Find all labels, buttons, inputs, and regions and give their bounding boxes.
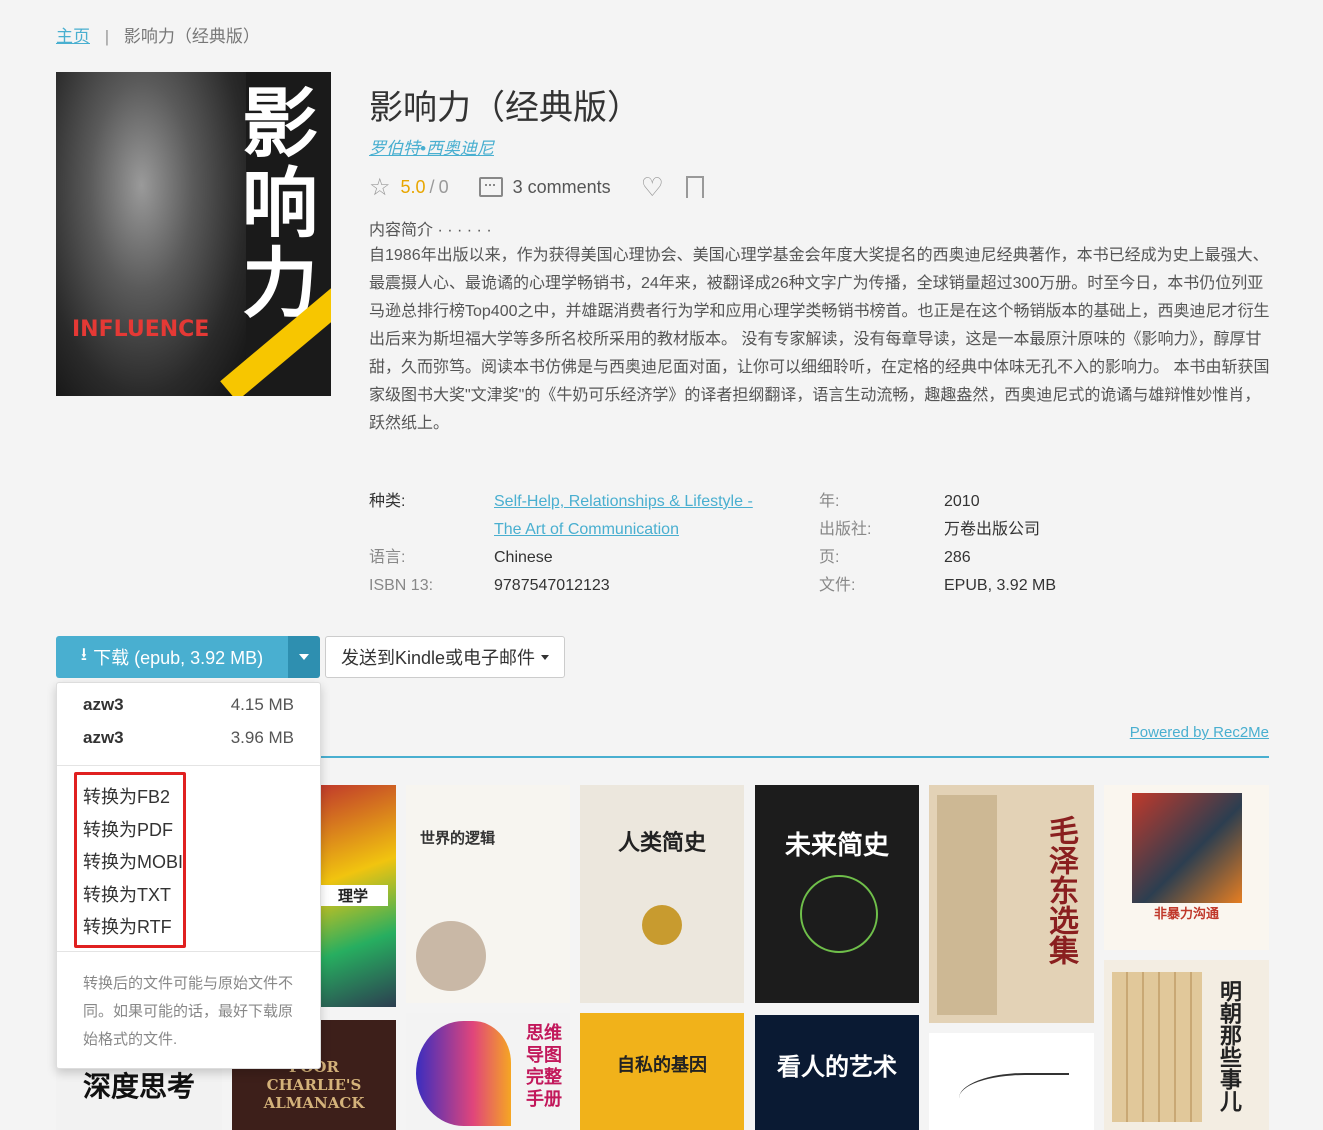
recommended-book[interactable]: 世界的逻辑 xyxy=(406,785,570,1003)
heart-icon[interactable]: ♡ xyxy=(641,172,664,203)
recommended-book-title: 思维导图完整手册 xyxy=(526,1023,562,1110)
publisher-label: 出版社: xyxy=(819,521,872,538)
recommended-book-title: 自私的基因 xyxy=(617,1055,707,1076)
recommended-book[interactable]: 看人的艺术 xyxy=(755,1015,919,1130)
download-button-label: 下载 (epub, 3.92 MB) xyxy=(93,648,264,668)
recommended-book-title: 世界的逻辑 xyxy=(420,829,496,847)
file-size: 4.15 MB xyxy=(230,695,294,714)
recommended-book[interactable]: 理学 xyxy=(318,785,396,1007)
star-icon[interactable]: ☆ xyxy=(369,173,391,202)
recommended-book[interactable]: 未来简史 xyxy=(755,785,919,1003)
isbn-value: 9787547012123 xyxy=(494,577,610,594)
recommended-book-title: 未来简史 xyxy=(784,831,889,861)
alt-file-item[interactable]: azw3 4.15 MB xyxy=(83,690,294,720)
file-value: EPUB, 3.92 MB xyxy=(944,577,1057,594)
breadcrumb-current: 影响力（经典版） xyxy=(123,27,260,46)
recommended-book[interactable]: 非暴力沟通 xyxy=(1104,785,1269,950)
cover-title-text: 影响力 xyxy=(242,79,318,328)
convert-fb2-item[interactable]: 转换为FB2 xyxy=(83,783,170,809)
convert-mobi-item[interactable]: 转换为MOBI xyxy=(83,848,183,874)
breadcrumb: 主页 | 影响力（经典版） xyxy=(56,22,260,47)
bookmark-icon[interactable] xyxy=(685,176,704,205)
book-description: 自1986年出版以来，作为获得美国心理协会、美国心理学基金会年度大奖提名的西奥迪… xyxy=(369,247,1270,432)
caret-down-icon xyxy=(541,654,550,660)
breadcrumb-home-link[interactable]: 主页 xyxy=(56,27,90,46)
recommended-book-title: 理学 xyxy=(318,885,388,906)
recommended-book-title: 毛泽东选集 xyxy=(1043,815,1078,965)
recommended-book-title: 非暴力沟通 xyxy=(1153,907,1219,922)
year-label: 年: xyxy=(819,493,840,510)
rating-row: ☆ 5.0 / 0 3 comments ♡ xyxy=(369,172,704,205)
download-options-toggle[interactable] xyxy=(288,636,320,678)
description-label: 内容简介 · · · · · · xyxy=(369,222,492,239)
download-button[interactable]: ⭳ 下载 (epub, 3.92 MB) xyxy=(56,636,288,678)
pages-value: 286 xyxy=(944,549,971,566)
breadcrumb-separator: | xyxy=(104,27,110,46)
language-value: Chinese xyxy=(494,549,553,566)
menu-divider xyxy=(57,951,320,952)
pages-label: 页: xyxy=(819,549,840,566)
book-cover: 影响力 INFLUENCE xyxy=(56,72,331,396)
year-value: 2010 xyxy=(944,493,980,510)
rating-count: 0 xyxy=(438,176,449,197)
recommended-book[interactable]: 人类简史 xyxy=(580,785,744,1003)
convert-txt-item[interactable]: 转换为TXT xyxy=(83,881,171,907)
recommended-book[interactable]: 自私的基因 xyxy=(580,1013,744,1130)
recommended-book-title: 明朝那些事儿 xyxy=(1216,980,1242,1112)
file-format: azw3 xyxy=(83,695,124,714)
author-link[interactable]: 罗伯特•西奥迪尼 xyxy=(369,134,494,159)
download-icon: ⭳ xyxy=(80,644,88,664)
recommended-book[interactable]: 思维导图完整手册 xyxy=(406,1013,570,1130)
alt-file-item[interactable]: azw3 3.96 MB xyxy=(83,723,294,753)
category-subcategory-link[interactable]: The Art of Communication xyxy=(494,516,679,544)
powered-by-link[interactable]: Powered by Rec2Me xyxy=(1130,724,1269,741)
category-label: 种类: xyxy=(369,493,406,510)
file-label: 文件: xyxy=(819,577,856,594)
download-dropdown-menu: azw3 4.15 MB azw3 3.96 MB 转换为FB2 转换为PDF … xyxy=(56,682,321,1069)
publisher-value: 万卷出版公司 xyxy=(944,521,1041,538)
recommended-book-title: 人类简史 xyxy=(617,830,706,856)
file-size: 3.96 MB xyxy=(230,728,294,747)
convert-rtf-item[interactable]: 转换为RTF xyxy=(83,913,172,939)
recommended-book-title: 深度思考 xyxy=(82,1070,195,1103)
comment-icon[interactable] xyxy=(478,177,503,197)
send-to-kindle-button[interactable]: 发送到Kindle或电子邮件 xyxy=(325,636,565,678)
conversion-note: 转换后的文件可能与原始文件不同。如果可能的话，最好下载原始格式的文件. xyxy=(83,975,294,1048)
send-to-kindle-label: 发送到Kindle或电子邮件 xyxy=(340,648,536,668)
convert-pdf-item[interactable]: 转换为PDF xyxy=(83,816,173,842)
menu-divider xyxy=(57,765,320,766)
book-title: 影响力（经典版） xyxy=(369,89,641,127)
language-label: 语言: xyxy=(369,549,406,566)
recommended-book[interactable]: 明朝那些事儿 xyxy=(1104,960,1269,1130)
category-link[interactable]: Self-Help, Relationships & Lifestyle - xyxy=(494,488,753,516)
rating-separator: / xyxy=(429,176,435,197)
rating-value: 5.0 xyxy=(400,176,426,197)
isbn-label: ISBN 13: xyxy=(369,577,434,594)
cover-portrait xyxy=(56,72,246,396)
file-format: azw3 xyxy=(83,728,124,747)
comments-link[interactable]: 3 comments xyxy=(513,177,611,198)
recommended-book[interactable]: 毛泽东选集 xyxy=(929,785,1094,1023)
cover-influence-text: INFLUENCE xyxy=(72,317,210,342)
recommended-book[interactable] xyxy=(929,1033,1094,1130)
caret-down-icon xyxy=(299,654,309,660)
recommended-book-title: 看人的艺术 xyxy=(777,1052,897,1081)
